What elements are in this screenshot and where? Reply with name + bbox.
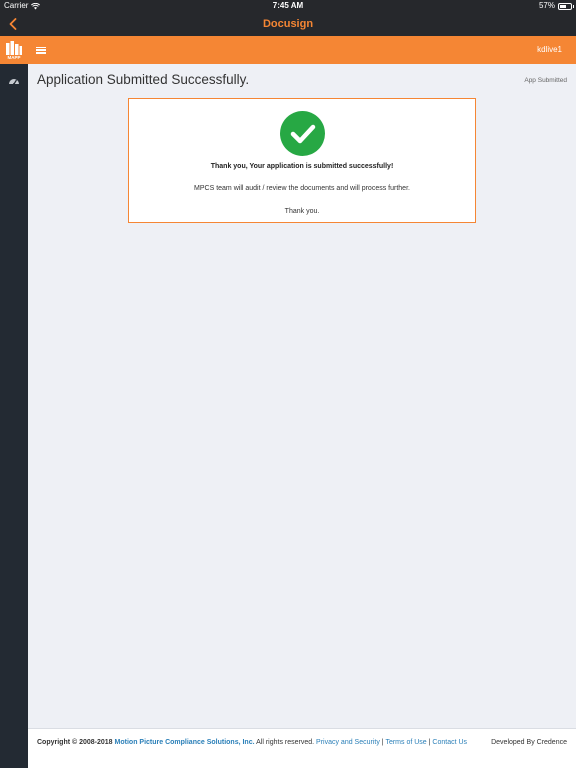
user-menu[interactable]: kdlive1 bbox=[537, 36, 562, 64]
review-message: MPCS team will audit / review the docume… bbox=[194, 185, 410, 192]
company-link[interactable]: Motion Picture Compliance Solutions, Inc… bbox=[115, 739, 255, 746]
footer-copyright: Copyright © 2008-2018 Motion Picture Com… bbox=[37, 739, 467, 746]
logo-icon bbox=[6, 40, 22, 55]
footer-separator: | bbox=[381, 739, 384, 746]
rights-text: All rights reserved. bbox=[256, 739, 315, 746]
copyright-text: Copyright © 2008-2018 bbox=[37, 739, 113, 746]
logo-text: MAPP bbox=[7, 54, 21, 60]
success-card: Thank you, Your application is submitted… bbox=[128, 98, 476, 223]
status-bar: Carrier 7:45 AM 57% bbox=[0, 0, 576, 12]
footer-separator: | bbox=[428, 739, 431, 746]
footer: Copyright © 2008-2018 Motion Picture Com… bbox=[28, 728, 576, 768]
sidebar: MAPP bbox=[0, 36, 28, 768]
dashboard-icon bbox=[9, 79, 19, 85]
battery-icon bbox=[558, 2, 574, 10]
success-message: Thank you, Your application is submitted… bbox=[210, 163, 394, 170]
sidebar-item-dashboard[interactable] bbox=[8, 72, 20, 90]
thanks-message: Thank you. bbox=[284, 208, 320, 215]
contact-link[interactable]: Contact Us bbox=[432, 739, 467, 746]
terms-link[interactable]: Terms of Use bbox=[385, 739, 426, 746]
breadcrumb: App Submitted bbox=[524, 77, 567, 84]
status-right: 57% bbox=[538, 0, 574, 12]
nav-bar: Docusign bbox=[0, 12, 576, 36]
developed-by: Developed By Credence bbox=[491, 739, 567, 746]
nav-title: Docusign bbox=[262, 18, 314, 30]
status-time: 7:45 AM bbox=[272, 1, 304, 10]
page-title: Application Submitted Successfully. bbox=[37, 72, 250, 87]
hamburger-menu-icon[interactable] bbox=[36, 45, 46, 55]
header-bar: kdlive1 bbox=[28, 36, 576, 64]
checkmark-circle-icon bbox=[280, 111, 325, 156]
privacy-link[interactable]: Privacy and Security bbox=[316, 739, 380, 746]
app-logo[interactable]: MAPP bbox=[0, 36, 28, 64]
battery-percent: 57% bbox=[538, 1, 555, 10]
